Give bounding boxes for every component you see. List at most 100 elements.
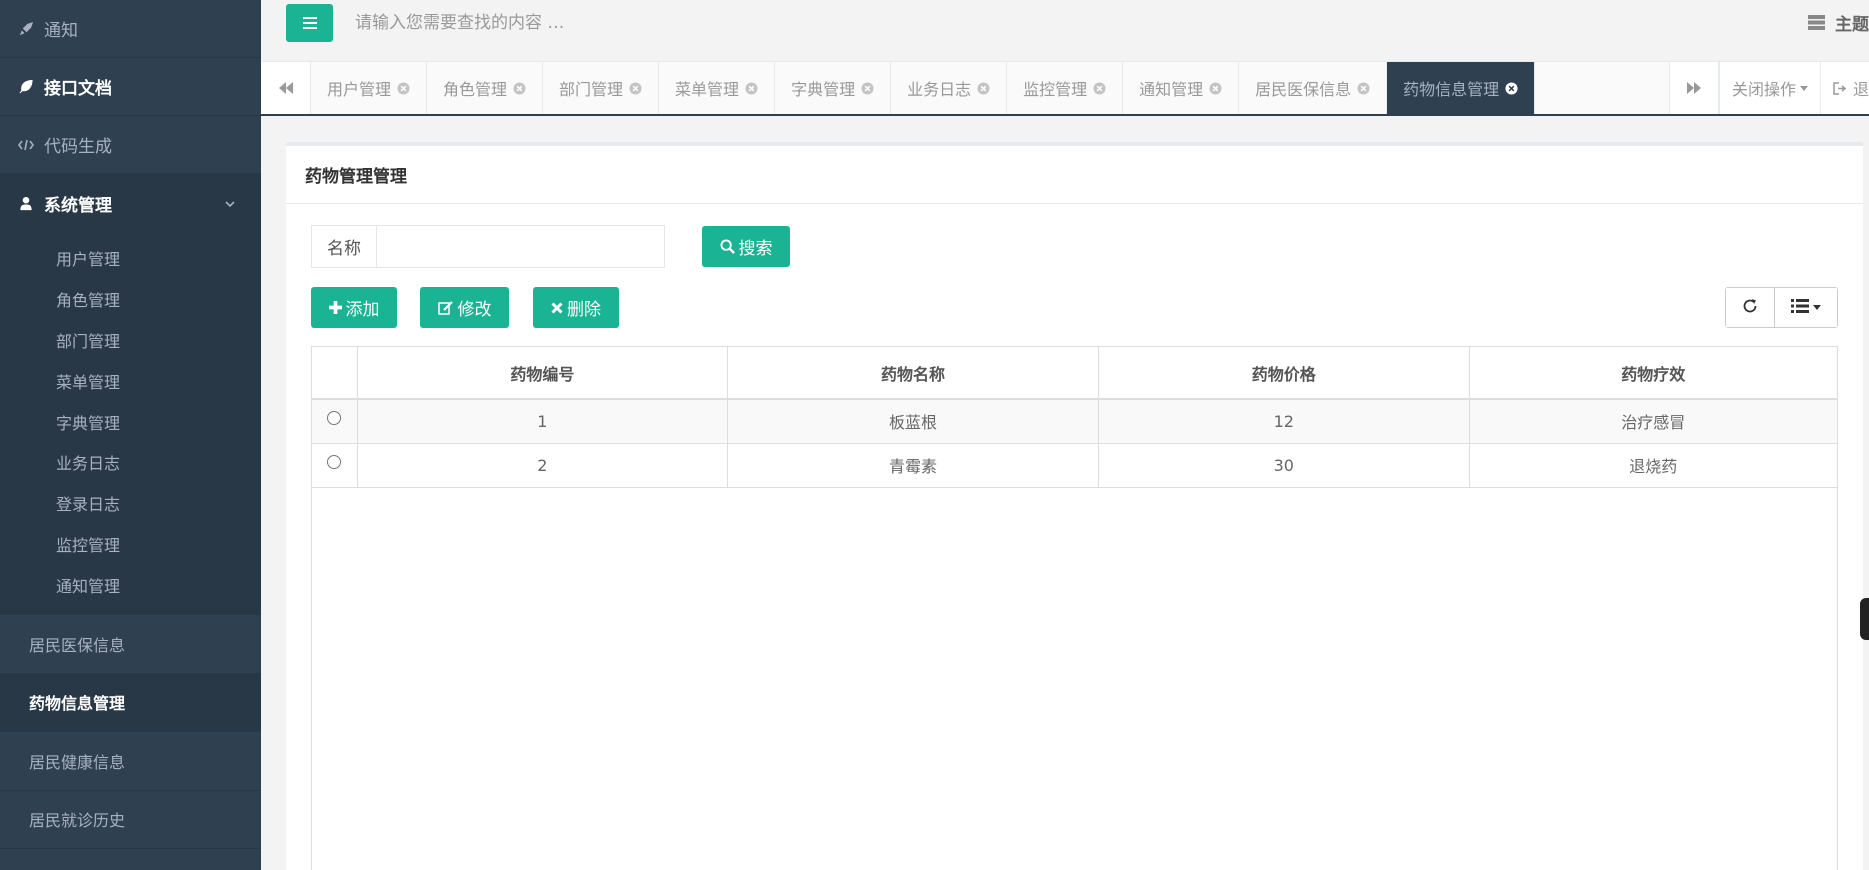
close-circle-icon[interactable] bbox=[513, 81, 526, 95]
theme-link[interactable]: 主题 bbox=[1808, 10, 1869, 35]
radio-button[interactable] bbox=[327, 455, 342, 469]
plus-icon bbox=[328, 301, 342, 314]
filter-label: 名称 bbox=[311, 225, 376, 268]
tab-menu-mgmt[interactable]: 菜单管理 bbox=[659, 62, 776, 114]
tab-label: 通知管理 bbox=[1139, 80, 1204, 99]
caret-down-icon bbox=[1799, 85, 1808, 91]
column-header[interactable]: 药物名称 bbox=[727, 347, 1099, 400]
sub-item-notice-mgmt[interactable]: 通知管理 bbox=[0, 564, 261, 605]
sub-item-login-log[interactable]: 登录日志 bbox=[0, 483, 261, 524]
nav-resident-visits[interactable]: 居民就诊历史 bbox=[0, 791, 261, 850]
sub-item-monitor[interactable]: 监控管理 bbox=[0, 524, 261, 565]
sub-item-biz-log[interactable]: 业务日志 bbox=[0, 442, 261, 483]
row-select[interactable] bbox=[312, 443, 358, 488]
nav-code-gen[interactable]: 代码生成 bbox=[0, 116, 261, 174]
side-panel-handle[interactable] bbox=[1860, 598, 1869, 640]
list-icon bbox=[1791, 298, 1809, 317]
column-header[interactable]: 药物价格 bbox=[1098, 347, 1470, 400]
table-cell: 30 bbox=[1098, 443, 1470, 488]
tab-label: 业务日志 bbox=[907, 80, 972, 99]
table-header-row: 药物编号 药物名称 药物价格 药物疗效 bbox=[312, 347, 1837, 400]
table-row[interactable]: 2 青霉素 30 退烧药 bbox=[312, 443, 1837, 488]
sign-out-icon bbox=[1833, 81, 1847, 95]
sub-item-role-mgmt[interactable]: 角色管理 bbox=[0, 279, 261, 320]
name-filter: 名称 bbox=[311, 225, 665, 268]
table-cell: 12 bbox=[1098, 399, 1470, 444]
edit-button[interactable]: 修改 bbox=[420, 287, 509, 328]
close-circle-icon[interactable] bbox=[629, 81, 642, 95]
close-circle-icon[interactable] bbox=[397, 81, 410, 95]
close-circle-icon[interactable] bbox=[861, 81, 874, 95]
tab-user-mgmt[interactable]: 用户管理 bbox=[311, 62, 428, 114]
code-icon bbox=[18, 137, 34, 153]
close-circle-icon[interactable] bbox=[1505, 81, 1518, 95]
close-circle-icon[interactable] bbox=[1093, 81, 1106, 95]
table-row[interactable]: 1 板蓝根 12 治疗感冒 bbox=[312, 399, 1837, 444]
sub-item-menu-mgmt[interactable]: 菜单管理 bbox=[0, 360, 261, 401]
search-button[interactable]: 搜索 bbox=[702, 226, 790, 267]
tab-dict-mgmt[interactable]: 字典管理 bbox=[775, 62, 892, 114]
leaf-icon bbox=[18, 79, 34, 95]
radio-button[interactable] bbox=[327, 411, 342, 426]
search-button-label: 搜索 bbox=[738, 239, 773, 259]
nav-drug-info[interactable]: 药物信息管理 bbox=[0, 673, 261, 733]
edit-button-label: 修改 bbox=[457, 300, 492, 320]
tab-notice-mgmt[interactable]: 通知管理 bbox=[1123, 62, 1240, 114]
refresh-button[interactable] bbox=[1726, 288, 1775, 327]
sidebar: 通知 接口文档 代码生成 系统管理 用户管理 角色管理 部门管理 菜单管理 字典… bbox=[0, 0, 261, 870]
name-input[interactable] bbox=[376, 225, 665, 268]
close-circle-icon[interactable] bbox=[1357, 81, 1370, 95]
theme-label: 主题 bbox=[1835, 15, 1869, 35]
nav-notice[interactable]: 通知 bbox=[0, 0, 261, 58]
chevron-down-icon bbox=[225, 193, 235, 213]
columns-toggle-button[interactable] bbox=[1775, 288, 1837, 327]
search-input[interactable] bbox=[355, 6, 855, 40]
close-operations-dropdown[interactable]: 关闭操作 bbox=[1718, 62, 1820, 114]
tab-label: 角色管理 bbox=[443, 80, 508, 99]
delete-button-label: 删除 bbox=[567, 300, 601, 320]
delete-button[interactable]: 删除 bbox=[533, 287, 619, 328]
logout-link[interactable]: 退 bbox=[1819, 62, 1869, 114]
menu-toggle-button[interactable] bbox=[286, 4, 333, 42]
tab-monitor[interactable]: 监控管理 bbox=[1007, 62, 1124, 114]
table-cell: 治疗感冒 bbox=[1469, 399, 1837, 444]
radio-header bbox=[312, 347, 358, 400]
column-header[interactable]: 药物编号 bbox=[357, 347, 729, 400]
sub-item-user-mgmt[interactable]: 用户管理 bbox=[0, 238, 261, 279]
tab-biz-log[interactable]: 业务日志 bbox=[891, 62, 1008, 114]
nav-resident-insurance[interactable]: 居民医保信息 bbox=[0, 615, 261, 674]
add-button[interactable]: 添加 bbox=[311, 287, 397, 328]
tab-scroll-left-button[interactable] bbox=[261, 62, 311, 114]
tab-role-mgmt[interactable]: 角色管理 bbox=[427, 62, 544, 114]
times-icon bbox=[551, 301, 563, 314]
close-operations-label: 关闭操作 bbox=[1731, 80, 1796, 99]
table-cell: 2 bbox=[357, 443, 729, 488]
tab-drug-info[interactable]: 药物信息管理 bbox=[1387, 62, 1536, 114]
tab-label: 部门管理 bbox=[559, 80, 624, 99]
tab-label: 用户管理 bbox=[327, 80, 392, 99]
table-cell: 板蓝根 bbox=[727, 399, 1099, 444]
column-header[interactable]: 药物疗效 bbox=[1469, 347, 1837, 400]
row-select[interactable] bbox=[312, 399, 358, 444]
tab-scroll-right-button[interactable] bbox=[1668, 62, 1719, 114]
tab-dept-mgmt[interactable]: 部门管理 bbox=[543, 62, 660, 114]
table-cell: 1 bbox=[357, 399, 729, 444]
tab-resident-insurance[interactable]: 居民医保信息 bbox=[1239, 62, 1388, 114]
drug-table: 药物编号 药物名称 药物价格 药物疗效 1 板蓝根 12 治疗感冒 2 青霉素 … bbox=[311, 346, 1838, 870]
close-circle-icon[interactable] bbox=[1209, 81, 1222, 95]
search-icon bbox=[719, 239, 735, 254]
rocket-icon bbox=[18, 21, 34, 37]
refresh-icon bbox=[1742, 298, 1758, 318]
forward-icon bbox=[1686, 79, 1701, 98]
nav-label: 接口文档 bbox=[44, 79, 112, 99]
nav-label: 通知 bbox=[44, 21, 78, 41]
nav-resident-health[interactable]: 居民健康信息 bbox=[0, 732, 261, 791]
top-bar: 主题 bbox=[261, 0, 1869, 62]
sub-item-dept-mgmt[interactable]: 部门管理 bbox=[0, 320, 261, 361]
nav-api-docs[interactable]: 接口文档 bbox=[0, 58, 261, 116]
nav-system-management[interactable]: 系统管理 bbox=[0, 174, 261, 232]
sub-item-dict-mgmt[interactable]: 字典管理 bbox=[0, 401, 261, 442]
close-circle-icon[interactable] bbox=[745, 81, 758, 95]
close-circle-icon[interactable] bbox=[977, 81, 990, 95]
nav-label: 系统管理 bbox=[44, 195, 112, 216]
